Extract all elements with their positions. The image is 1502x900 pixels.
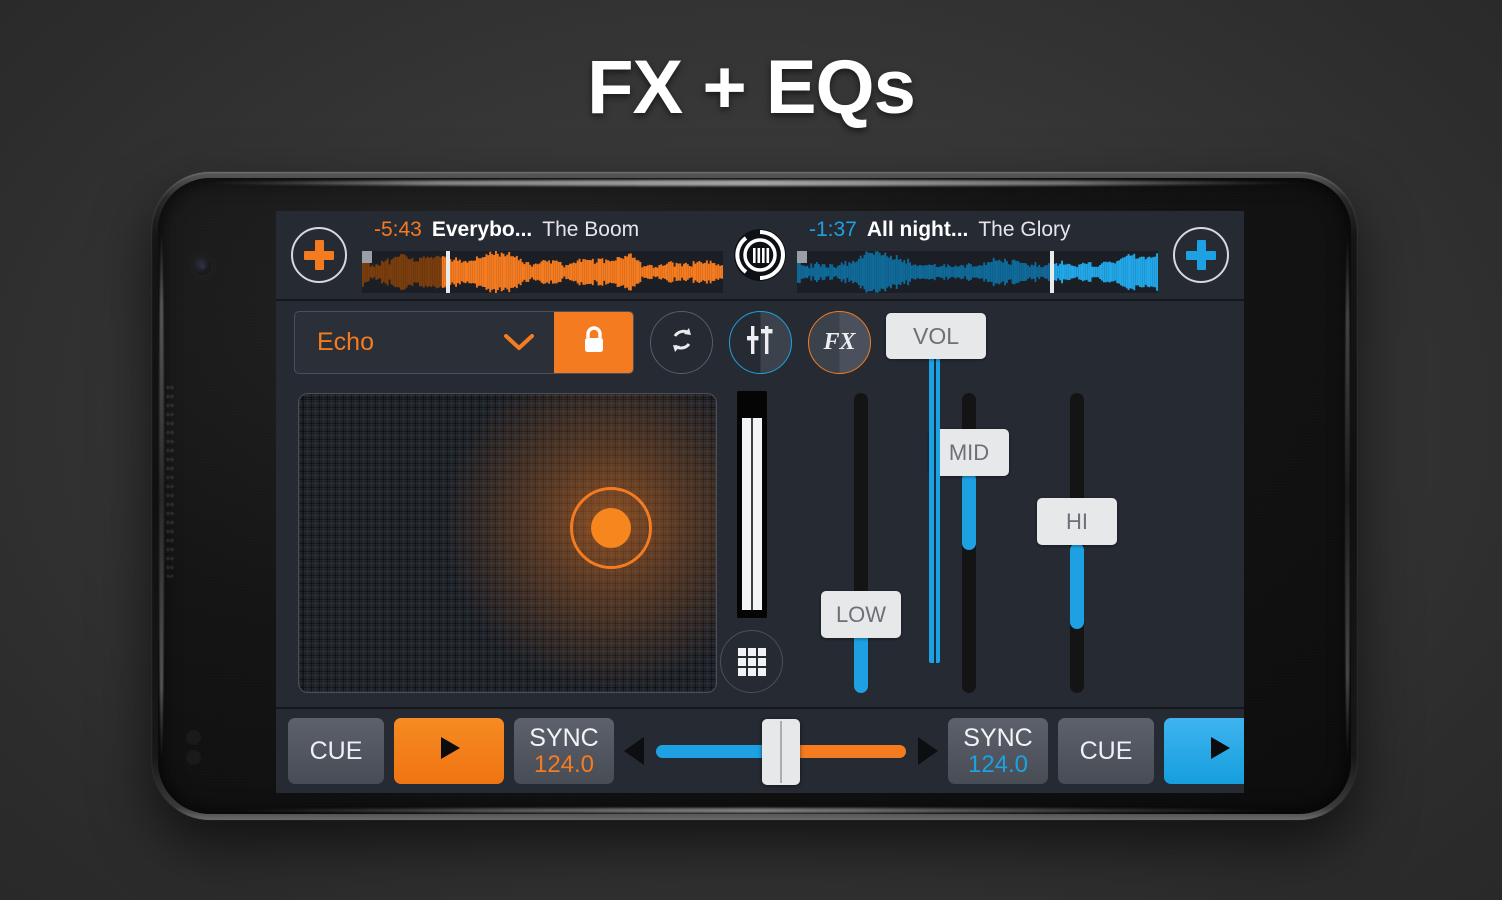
play-button-right[interactable] bbox=[1164, 718, 1244, 784]
cue-button-left[interactable]: CUE bbox=[288, 718, 384, 784]
triangle-left-icon bbox=[624, 737, 644, 765]
sync-button-left[interactable]: SYNC 124.0 bbox=[514, 718, 614, 784]
plus-icon bbox=[1173, 227, 1229, 283]
crossfader[interactable] bbox=[624, 718, 938, 785]
fx-button-label: FX bbox=[823, 329, 856, 355]
deck-right: -1:37 All night... The Glory bbox=[797, 211, 1158, 299]
deck-left-title: Everybo... bbox=[431, 218, 533, 241]
fx-effect-select[interactable]: Echo bbox=[295, 312, 554, 373]
bpm-value-right: 124.0 bbox=[967, 750, 1029, 778]
play-triangle-icon bbox=[433, 732, 465, 771]
volume-fader-handle[interactable]: VOL bbox=[886, 313, 986, 359]
play-button-left[interactable] bbox=[394, 718, 504, 784]
phone-device-frame: -5:43 Everybo... The Boom -1:37 All nigh… bbox=[152, 172, 1357, 820]
fx-eq-panel: Echo FX LOW MID HI VOL bbox=[276, 301, 1244, 709]
sync-label-left: SYNC bbox=[529, 724, 599, 753]
sync-button-right[interactable]: SYNC 124.0 bbox=[948, 718, 1048, 784]
fx-depth-fader[interactable] bbox=[737, 391, 767, 618]
page-title: FX + EQs bbox=[587, 45, 916, 130]
xy-cursor-dot-icon bbox=[591, 508, 631, 548]
lock-closed-icon bbox=[581, 325, 607, 360]
triangle-right-icon bbox=[918, 737, 938, 765]
deck-left-meta: -5:43 Everybo... The Boom bbox=[362, 218, 723, 248]
deck-right-meta: -1:37 All night... The Glory bbox=[797, 218, 1158, 248]
front-camera-icon bbox=[194, 258, 211, 275]
waveform-right-svg bbox=[797, 251, 1158, 293]
load-track-right-button[interactable] bbox=[1158, 211, 1244, 299]
deck-left-playhead bbox=[446, 251, 450, 293]
cross-dj-logo-icon bbox=[723, 211, 797, 299]
crossfader-track[interactable] bbox=[656, 718, 906, 785]
eq-slider-hi-handle[interactable]: HI bbox=[1037, 498, 1117, 545]
deck-right-playhead bbox=[1049, 251, 1054, 293]
transport-bar: CUE SYNC 124.0 SYNC 124.0 CUE bbox=[276, 709, 1244, 793]
fx-select-group: Echo bbox=[294, 311, 634, 374]
load-track-left-button[interactable] bbox=[276, 211, 362, 299]
chevron-down-icon bbox=[504, 334, 534, 351]
deck-left-artist: The Boom bbox=[542, 218, 640, 241]
bpm-value-left: 124.0 bbox=[533, 750, 595, 778]
fx-lock-button[interactable] bbox=[554, 312, 633, 373]
deck-right-title: All night... bbox=[866, 218, 969, 241]
eq-sliders-icon bbox=[744, 323, 778, 362]
deck-right-cue-marker bbox=[797, 251, 807, 263]
deck-left-time: -5:43 bbox=[374, 218, 422, 241]
eq-slider-mid-fill bbox=[962, 472, 976, 550]
deck-left: -5:43 Everybo... The Boom bbox=[362, 211, 723, 299]
loop-refresh-icon bbox=[667, 324, 697, 361]
waveform-left-svg bbox=[362, 251, 723, 293]
cue-button-right[interactable]: CUE bbox=[1058, 718, 1154, 784]
loop-button[interactable] bbox=[650, 311, 713, 374]
fx-view-button[interactable]: FX bbox=[808, 311, 871, 374]
pad-grid-button[interactable] bbox=[720, 630, 783, 693]
fx-toolbar: Echo FX bbox=[294, 311, 871, 374]
plus-icon bbox=[291, 227, 347, 283]
deck-right-time: -1:37 bbox=[809, 218, 857, 241]
play-triangle-icon bbox=[1203, 732, 1235, 771]
eq-view-button[interactable] bbox=[729, 311, 792, 374]
xy-pad-grid-texture bbox=[299, 394, 716, 692]
eq-slider-low-handle[interactable]: LOW bbox=[821, 591, 901, 638]
eq-slider-low-track[interactable] bbox=[854, 393, 868, 693]
deck-right-waveform[interactable] bbox=[797, 251, 1158, 293]
app-screen: -5:43 Everybo... The Boom -1:37 All nigh… bbox=[276, 211, 1244, 793]
sync-label-right: SYNC bbox=[963, 724, 1033, 753]
fx-xy-pad[interactable] bbox=[298, 393, 717, 693]
volume-fader-track[interactable] bbox=[929, 348, 940, 663]
fx-effect-name: Echo bbox=[317, 328, 374, 356]
deck-right-artist: The Glory bbox=[978, 218, 1071, 241]
phone-side-grill bbox=[166, 383, 174, 578]
phone-speaker-dots bbox=[186, 730, 201, 770]
eq-slider-hi-fill bbox=[1070, 543, 1084, 629]
deck-left-cue-marker bbox=[362, 251, 372, 263]
grid-3x3-icon bbox=[737, 647, 766, 676]
deck-header-bar: -5:43 Everybo... The Boom -1:37 All nigh… bbox=[276, 211, 1244, 301]
deck-left-waveform[interactable] bbox=[362, 251, 723, 293]
eq-slider-mid-handle[interactable]: MID bbox=[929, 429, 1009, 476]
crossfader-handle[interactable] bbox=[762, 718, 800, 785]
phone-body: -5:43 Everybo... The Boom -1:37 All nigh… bbox=[158, 178, 1351, 814]
